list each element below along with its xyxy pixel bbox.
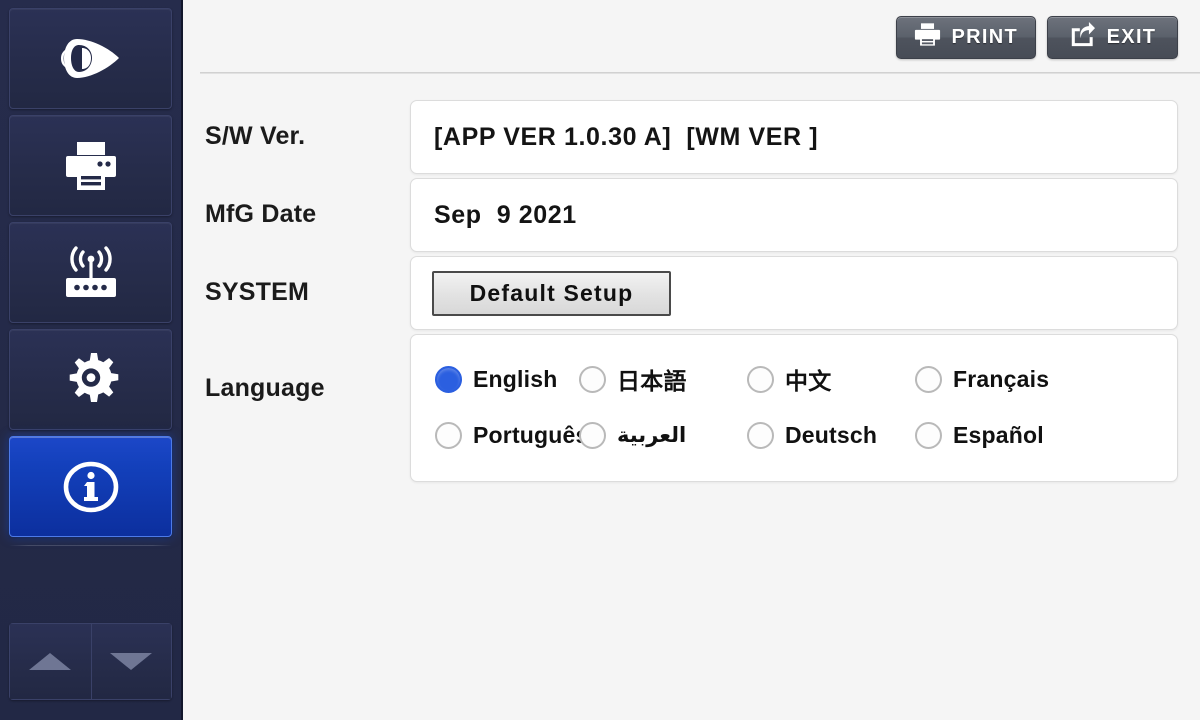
sw-ver-label: S/W Ver. bbox=[205, 122, 306, 150]
print-button[interactable]: PRINT bbox=[895, 15, 1036, 59]
exit-button-label: EXIT bbox=[1106, 25, 1157, 48]
form-row-system: SYSTEM Default Setup bbox=[205, 256, 1178, 330]
form-row-mfg-date: MfG Date Sep 9 2021 bbox=[205, 178, 1178, 252]
sidebar-item-network[interactable] bbox=[9, 222, 172, 323]
sidebar bbox=[0, 0, 183, 720]
radio-icon[interactable] bbox=[747, 421, 774, 449]
language-option-portuguese[interactable]: Português bbox=[411, 421, 588, 449]
exit-button[interactable]: EXIT bbox=[1047, 15, 1178, 59]
scroll-controls bbox=[9, 623, 172, 700]
gear-icon bbox=[63, 352, 119, 408]
device-panel-screen: PRINT EXIT S/W Ver. [APP VER 1.0.30 A] [… bbox=[0, 0, 1200, 720]
language-option-japanese[interactable]: 日本語 bbox=[579, 362, 747, 396]
sw-ver-field: [APP VER 1.0.30 A] [WM VER ] bbox=[410, 100, 1178, 174]
default-setup-button[interactable]: Default Setup bbox=[432, 270, 671, 316]
language-option-label: Español bbox=[953, 421, 1044, 448]
radio-icon[interactable] bbox=[579, 421, 606, 449]
scroll-up-button[interactable] bbox=[9, 623, 91, 700]
language-option-label: Deutsch bbox=[785, 421, 878, 448]
mfg-date-value: Sep 9 2021 bbox=[434, 200, 577, 229]
language-option-label: العربية bbox=[617, 423, 687, 447]
print-button-label: PRINT bbox=[951, 25, 1018, 48]
language-row-2: Português العربية Deutsch Español bbox=[411, 407, 1177, 463]
share-export-icon bbox=[1069, 22, 1096, 52]
router-wireless-icon bbox=[60, 245, 122, 300]
scroll-down-button[interactable] bbox=[90, 623, 172, 700]
triangle-up-icon bbox=[29, 653, 72, 670]
language-field: English 日本語 中文 Français Português العربي… bbox=[410, 334, 1178, 482]
form-row-language: Language English 日本語 中文 Français Portugu… bbox=[205, 334, 1178, 482]
language-row-1: English 日本語 中文 Français bbox=[411, 351, 1177, 407]
mfg-date-label: MfG Date bbox=[205, 200, 317, 228]
language-option-chinese[interactable]: 中文 bbox=[747, 362, 915, 396]
radio-icon[interactable] bbox=[915, 365, 942, 393]
printer-icon bbox=[914, 22, 941, 52]
language-option-label: English bbox=[473, 365, 558, 392]
radio-icon[interactable] bbox=[435, 365, 462, 393]
language-option-german[interactable]: Deutsch bbox=[747, 421, 915, 449]
system-label: SYSTEM bbox=[205, 278, 309, 306]
system-field: Default Setup bbox=[410, 256, 1178, 330]
language-option-label: 日本語 bbox=[617, 369, 687, 395]
radio-icon[interactable] bbox=[915, 421, 942, 449]
sidebar-item-info[interactable] bbox=[9, 436, 172, 537]
language-option-label: Português bbox=[473, 421, 589, 448]
main-content: PRINT EXIT S/W Ver. [APP VER 1.0.30 A] [… bbox=[183, 0, 1200, 720]
system-info-form: S/W Ver. [APP VER 1.0.30 A] [WM VER ] Mf… bbox=[183, 74, 1200, 482]
radio-icon[interactable] bbox=[435, 421, 462, 449]
language-option-spanish[interactable]: Español bbox=[915, 421, 1095, 449]
eye-viewer-icon bbox=[59, 36, 123, 82]
sidebar-item-viewer[interactable] bbox=[9, 8, 172, 109]
sw-ver-value: [APP VER 1.0.30 A] [WM VER ] bbox=[434, 122, 819, 151]
language-label: Language bbox=[205, 374, 325, 402]
sidebar-divider bbox=[9, 545, 172, 546]
radio-icon[interactable] bbox=[747, 365, 774, 393]
language-option-french[interactable]: Français bbox=[915, 365, 1095, 393]
language-option-arabic[interactable]: العربية bbox=[579, 421, 747, 449]
form-row-sw-ver: S/W Ver. [APP VER 1.0.30 A] [WM VER ] bbox=[205, 100, 1178, 174]
radio-icon[interactable] bbox=[579, 365, 606, 393]
mfg-date-field: Sep 9 2021 bbox=[410, 178, 1178, 252]
triangle-down-icon bbox=[110, 653, 153, 670]
info-circle-icon bbox=[62, 460, 120, 514]
system-field-inner: Default Setup bbox=[411, 257, 1177, 329]
sidebar-item-settings[interactable] bbox=[9, 329, 172, 430]
language-option-label: Français bbox=[953, 365, 1050, 392]
top-toolbar: PRINT EXIT bbox=[183, 0, 1200, 74]
language-option-english[interactable]: English bbox=[411, 365, 579, 393]
language-option-label: 中文 bbox=[785, 369, 832, 395]
printer-icon bbox=[62, 140, 120, 192]
sidebar-item-print[interactable] bbox=[9, 115, 172, 216]
